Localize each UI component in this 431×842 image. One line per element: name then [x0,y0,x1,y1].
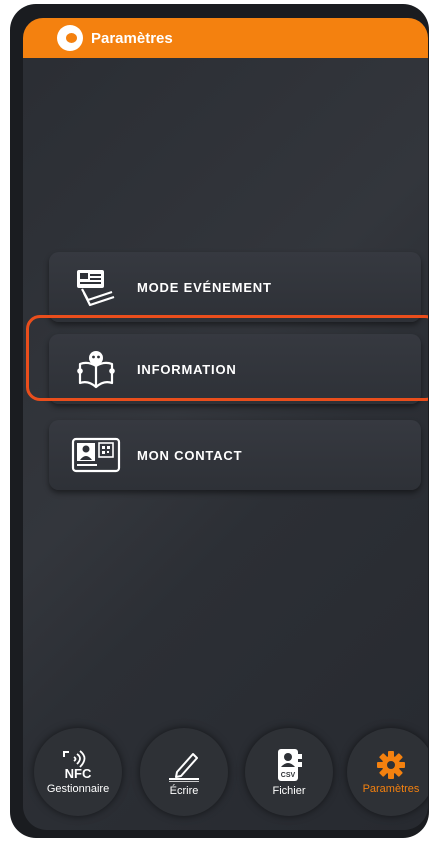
nav-parametres[interactable]: Paramètres [347,728,428,816]
selection-highlight [26,315,428,401]
nav-fichier[interactable]: CSV Fichier [245,728,333,816]
menu-item-mon-contact[interactable]: MON CONTACT [49,420,421,490]
gear-icon [377,750,405,779]
csv-contact-icon: CSV [278,748,302,781]
pen-icon [169,752,199,782]
nav-label: Fichier [272,784,306,797]
nfc-icon: NFC [63,749,92,780]
nav-gestionnaire[interactable]: NFC Gestionnaire [34,728,122,816]
app-screen: Paramètres MODE EVÉNEMENT INFORMATION MO… [23,18,428,830]
nav-ecrire[interactable]: Écrire [140,728,228,816]
app-logo-icon [57,25,83,51]
device-frame: Paramètres MODE EVÉNEMENT INFORMATION MO… [10,4,429,838]
header-bar: Paramètres [23,18,428,58]
nfc-text: NFC [65,766,92,780]
csv-text: CSV [281,772,296,779]
menu-item-label: MON CONTACT [137,447,243,463]
card-stack-icon [69,265,123,309]
contact-card-icon [69,433,123,477]
nav-label: Écrire [169,784,199,797]
menu-item-label: MODE EVÉNEMENT [137,279,272,295]
nav-label: Paramètres [362,782,420,795]
nav-label: Gestionnaire [46,782,110,795]
menu-item-mode-evenement[interactable]: MODE EVÉNEMENT [49,252,421,322]
page-title: Paramètres [91,29,173,47]
